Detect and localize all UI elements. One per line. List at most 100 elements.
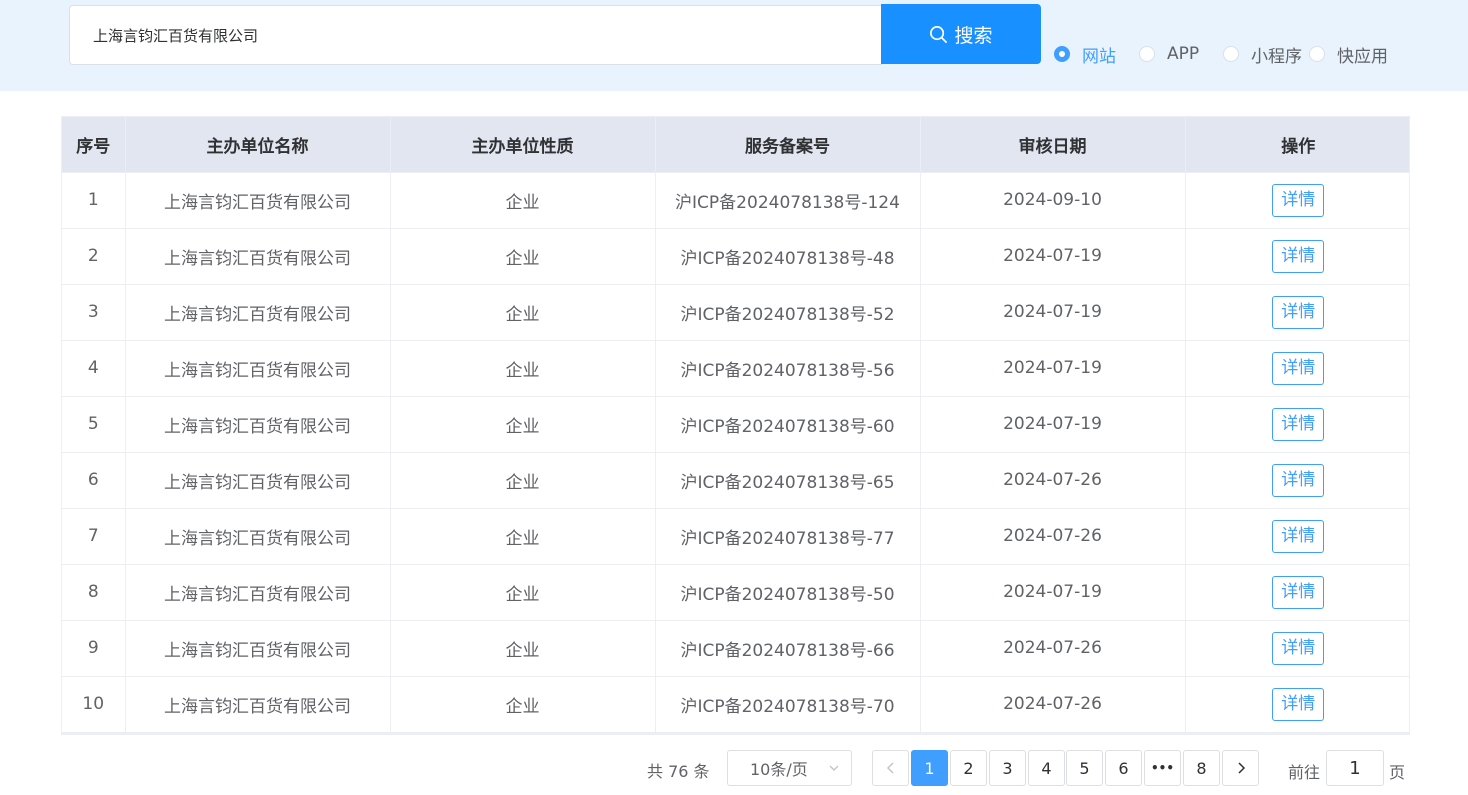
table-row: 8 上海言钧汇百货有限公司 企业 沪ICP备2024078138号-50 202… xyxy=(62,564,1409,621)
cell-nature: 企业 xyxy=(390,508,656,565)
search-icon xyxy=(930,25,948,43)
cell-nature: 企业 xyxy=(390,228,656,285)
radio-label: 快应用 xyxy=(1337,46,1388,67)
page-button-2[interactable]: 2 xyxy=(950,750,987,786)
cell-name: 上海言钧汇百货有限公司 xyxy=(125,676,391,732)
cell-icp: 沪ICP备2024078138号-48 xyxy=(655,228,921,285)
table-row: 9 上海言钧汇百货有限公司 企业 沪ICP备2024078138号-66 202… xyxy=(62,620,1409,677)
table-row: 3 上海言钧汇百货有限公司 企业 沪ICP备2024078138号-52 202… xyxy=(62,284,1409,341)
search-button[interactable]: 搜索 xyxy=(881,4,1041,64)
cell-name: 上海言钧汇百货有限公司 xyxy=(125,340,391,397)
column-header-index: 序号 xyxy=(62,117,126,173)
cell-nature: 企业 xyxy=(390,172,656,229)
radio-mini-program[interactable]: 小程序 xyxy=(1223,41,1302,67)
results-table: 序号 主办单位名称 主办单位性质 服务备案号 审核日期 操作 1 上海言钧汇百货… xyxy=(61,116,1410,735)
cell-index: 1 xyxy=(62,172,126,229)
cell-icp: 沪ICP备2024078138号-124 xyxy=(655,172,921,229)
radio-label: APP xyxy=(1167,44,1200,64)
cell-action: 详情 xyxy=(1185,676,1409,732)
page-button-6[interactable]: 6 xyxy=(1105,750,1142,786)
radio-website[interactable]: 网站 xyxy=(1054,41,1116,67)
radio-dot-icon xyxy=(1309,46,1325,62)
page-size-value: 10条/页 xyxy=(750,760,808,779)
page-button-8[interactable]: 8 xyxy=(1183,750,1220,786)
cell-index: 3 xyxy=(62,284,126,341)
cell-index: 6 xyxy=(62,452,126,509)
detail-button[interactable]: 详情 xyxy=(1272,687,1325,721)
detail-button[interactable]: 详情 xyxy=(1272,351,1325,385)
column-header-name: 主办单位名称 xyxy=(125,117,391,173)
cell-date: 2024-07-19 xyxy=(920,564,1186,621)
cell-name: 上海言钧汇百货有限公司 xyxy=(125,228,391,285)
detail-button[interactable]: 详情 xyxy=(1272,239,1325,273)
cell-index: 8 xyxy=(62,564,126,621)
page-button-1[interactable]: 1 xyxy=(911,750,948,786)
total-count: 共 76 条 xyxy=(647,762,710,781)
cell-action: 详情 xyxy=(1185,340,1409,397)
cell-date: 2024-07-19 xyxy=(920,396,1186,453)
cell-nature: 企业 xyxy=(390,452,656,509)
radio-app[interactable]: APP xyxy=(1139,41,1199,67)
cell-action: 详情 xyxy=(1185,620,1409,677)
cell-icp: 沪ICP备2024078138号-66 xyxy=(655,620,921,677)
next-page-button[interactable] xyxy=(1222,750,1259,786)
cell-index: 4 xyxy=(62,340,126,397)
search-input[interactable] xyxy=(70,6,882,64)
table-row: 4 上海言钧汇百货有限公司 企业 沪ICP备2024078138号-56 202… xyxy=(62,340,1409,397)
cell-index: 9 xyxy=(62,620,126,677)
goto-prefix: 前往 xyxy=(1288,763,1321,782)
cell-nature: 企业 xyxy=(390,340,656,397)
prev-page-button[interactable] xyxy=(872,750,909,786)
page-size-select[interactable]: 10条/页 xyxy=(727,750,852,786)
search-field-container xyxy=(69,5,882,65)
chevron-right-icon xyxy=(1237,762,1245,774)
page-button-3[interactable]: 3 xyxy=(989,750,1026,786)
table-header-row: 序号 主办单位名称 主办单位性质 服务备案号 审核日期 操作 xyxy=(62,117,1409,173)
table-row: 6 上海言钧汇百货有限公司 企业 沪ICP备2024078138号-65 202… xyxy=(62,452,1409,509)
page-button-5[interactable]: 5 xyxy=(1066,750,1103,786)
radio-dot-icon xyxy=(1223,46,1239,62)
table-row: 7 上海言钧汇百货有限公司 企业 沪ICP备2024078138号-77 202… xyxy=(62,508,1409,565)
column-header-nature: 主办单位性质 xyxy=(390,117,656,173)
detail-button[interactable]: 详情 xyxy=(1272,407,1325,441)
cell-icp: 沪ICP备2024078138号-77 xyxy=(655,508,921,565)
detail-button[interactable]: 详情 xyxy=(1272,463,1325,497)
cell-date: 2024-09-10 xyxy=(920,172,1186,229)
cell-icp: 沪ICP备2024078138号-65 xyxy=(655,452,921,509)
table-row: 2 上海言钧汇百货有限公司 企业 沪ICP备2024078138号-48 202… xyxy=(62,228,1409,285)
table-row: 1 上海言钧汇百货有限公司 企业 沪ICP备2024078138号-124 20… xyxy=(62,172,1409,229)
column-header-date: 审核日期 xyxy=(920,117,1186,173)
radio-dot-icon xyxy=(1139,46,1155,62)
pagination: 共 76 条 10条/页 1 2 3 4 5 6 ••• 8 前往 页 xyxy=(0,750,1468,786)
detail-button[interactable]: 详情 xyxy=(1272,631,1325,665)
page-ellipsis-button[interactable]: ••• xyxy=(1144,750,1181,786)
page-button-4[interactable]: 4 xyxy=(1028,750,1065,786)
cell-date: 2024-07-26 xyxy=(920,620,1186,677)
chevron-down-icon xyxy=(829,765,839,771)
cell-name: 上海言钧汇百货有限公司 xyxy=(125,508,391,565)
detail-button[interactable]: 详情 xyxy=(1272,519,1325,553)
cell-icp: 沪ICP备2024078138号-52 xyxy=(655,284,921,341)
column-header-action: 操作 xyxy=(1185,117,1409,173)
chevron-left-icon xyxy=(886,762,894,774)
cell-nature: 企业 xyxy=(390,564,656,621)
detail-button[interactable]: 详情 xyxy=(1272,295,1325,329)
detail-button[interactable]: 详情 xyxy=(1272,183,1325,217)
radio-dot-icon xyxy=(1054,46,1070,62)
detail-button[interactable]: 详情 xyxy=(1272,575,1325,609)
cell-index: 5 xyxy=(62,396,126,453)
goto-page-input[interactable] xyxy=(1326,750,1384,786)
column-header-icp: 服务备案号 xyxy=(655,117,921,173)
radio-label: 小程序 xyxy=(1251,46,1302,67)
cell-name: 上海言钧汇百货有限公司 xyxy=(125,452,391,509)
cell-action: 详情 xyxy=(1185,172,1409,229)
cell-action: 详情 xyxy=(1185,228,1409,285)
radio-label: 网站 xyxy=(1082,46,1116,67)
search-button-label: 搜索 xyxy=(954,24,993,47)
cell-nature: 企业 xyxy=(390,396,656,453)
radio-quick-app[interactable]: 快应用 xyxy=(1309,41,1388,67)
cell-action: 详情 xyxy=(1185,564,1409,621)
cell-date: 2024-07-19 xyxy=(920,340,1186,397)
cell-index: 10 xyxy=(62,676,126,732)
cell-date: 2024-07-19 xyxy=(920,228,1186,285)
